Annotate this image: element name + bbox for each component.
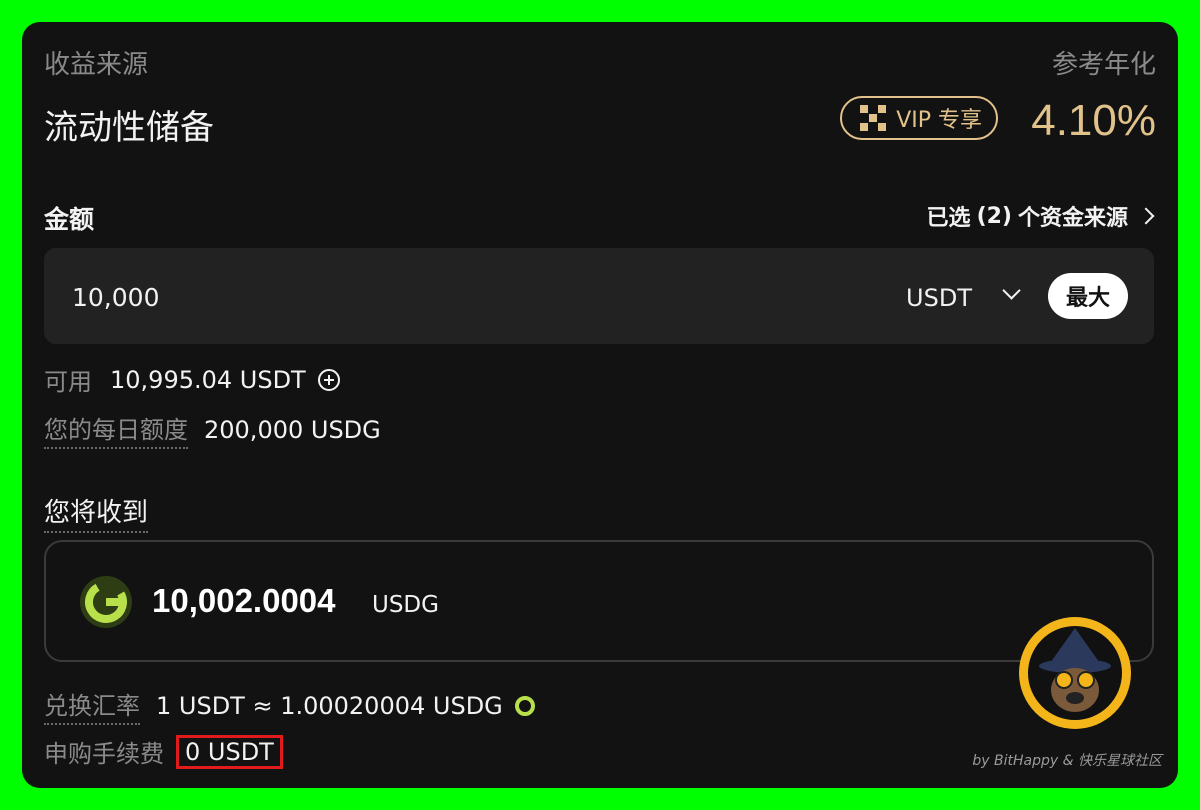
amount-input-box: USDT 最大 (44, 248, 1154, 344)
yield-source-label: 收益来源 (44, 50, 149, 80)
available-balance-row: 可用 10,995.04 USDT (44, 362, 340, 397)
exchange-rate-label[interactable]: 兑换汇率 (44, 686, 140, 725)
okx-logo-icon (860, 105, 887, 131)
amount-label: 金额 (44, 205, 95, 234)
subscription-fee-row: 申购手续费 0 USDT (44, 734, 283, 769)
vip-badge: VIP 专享 (840, 96, 998, 140)
fund-sources-suffix: 个资金来源 (1017, 206, 1128, 231)
subscription-fee-value: 0 USDT (176, 734, 283, 769)
apr-label: 参考年化 (1051, 50, 1156, 80)
daily-quota-value: 200,000 USDG (204, 415, 381, 444)
daily-quota-label[interactable]: 您的每日额度 (44, 410, 188, 449)
currency-selector[interactable]: USDT (906, 284, 972, 312)
receive-label[interactable]: 您将收到 (44, 492, 149, 533)
exchange-rate-row: 兑换汇率 1 USDT ≈ 1.00020004 USDG (44, 686, 535, 725)
available-label: 可用 (44, 368, 92, 396)
watermark: by BitHappy & 快乐星球社区 (972, 753, 1162, 769)
subscription-card: 收益来源 参考年化 流动性储备 VIP 专享 4.10% 金额 已选 (2) 个… (22, 22, 1178, 788)
product-name: 流动性储备 (44, 108, 214, 148)
receive-box: 10,002.0004 USDG (44, 540, 1154, 662)
daily-quota-row: 您的每日额度 200,000 USDG (44, 410, 381, 449)
max-button[interactable]: 最大 (1048, 273, 1128, 319)
receive-unit: USDG (372, 592, 439, 618)
available-value: 10,995.04 USDT (110, 365, 306, 394)
refresh-timer-icon (514, 695, 535, 716)
chevron-right-icon (1137, 207, 1155, 225)
add-funds-icon[interactable] (317, 368, 340, 391)
receive-amount: 10,002.0004 (152, 582, 336, 619)
fund-sources-prefix: 已选 (926, 206, 971, 231)
exchange-rate-value: 1 USDT ≈ 1.00020004 USDG (156, 691, 503, 720)
subscription-fee-label: 申购手续费 (44, 740, 164, 768)
usdg-token-icon (80, 576, 132, 628)
apr-value: 4.10% (1031, 96, 1156, 145)
fund-sources-count: (2) (976, 203, 1012, 229)
amount-input[interactable] (70, 276, 574, 318)
bithappy-mascot-logo (1018, 616, 1132, 730)
vip-badge-label: VIP 专享 (896, 108, 982, 133)
fund-sources-link[interactable]: 已选 (2) 个资金来源 (926, 200, 1155, 232)
chevron-down-icon[interactable] (1002, 281, 1021, 300)
